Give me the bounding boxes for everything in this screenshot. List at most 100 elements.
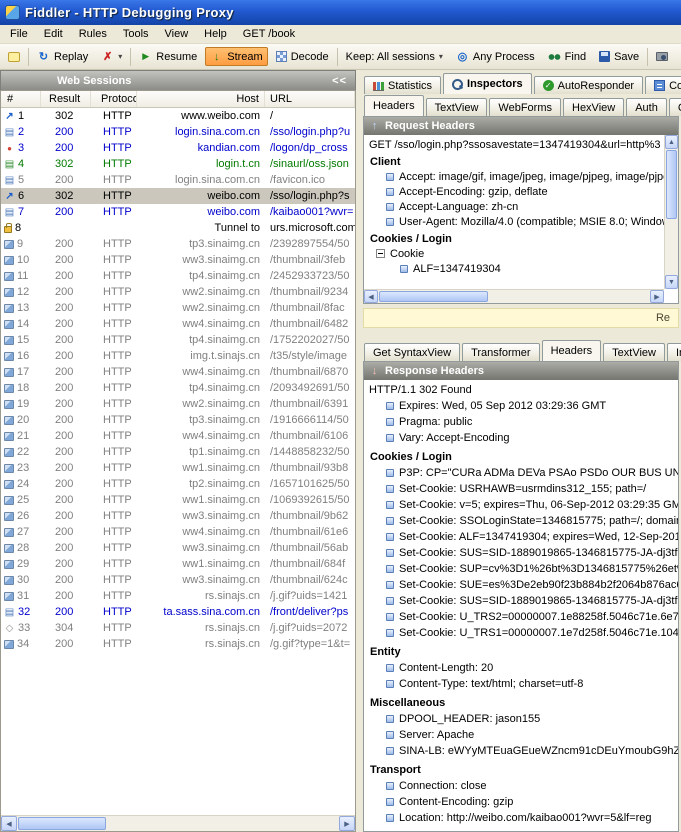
session-row[interactable]: 33304HTTPrs.sinajs.cn/j.gif?uids=2072 [1,620,355,636]
menu-item-tools[interactable]: Tools [115,26,157,42]
scrollbar-thumb[interactable] [18,817,106,830]
header-row[interactable]: Set-Cookie: ALF=1347419304; expires=Wed,… [364,529,678,545]
session-row[interactable]: 29200HTTPww1.sinaimg.cn/thumbnail/684f [1,556,355,572]
scrollbar-track[interactable] [665,149,678,275]
menu-item-file[interactable]: File [2,26,36,42]
header-row[interactable]: Accept-Encoding: gzip, deflate [364,184,664,199]
header-row[interactable]: Server: Apache [364,727,678,743]
save-button[interactable]: Save [594,48,644,66]
menu-item-edit[interactable]: Edit [36,26,71,42]
request-vertical-scrollbar[interactable] [664,135,678,289]
header-row[interactable]: User-Agent: Mozilla/4.0 (compatible; MSI… [364,214,664,229]
header-row[interactable]: Transport [364,762,678,778]
session-row[interactable]: 27200HTTPww4.sinaimg.cn/thumbnail/61e6 [1,524,355,540]
response-tab-imageview[interactable]: ImageView [667,343,681,361]
header-row[interactable]: GET /sso/login.php?ssosavestate=13474193… [364,137,664,152]
header-row[interactable]: Content-Encoding: gzip [364,794,678,810]
scroll-left-button[interactable] [1,816,17,831]
header-row[interactable]: Content-Length: 20 [364,660,678,676]
resume-button[interactable]: Resume [134,47,202,66]
header-row[interactable]: Set-Cookie: U_TRS1=00000007.1e7d258f.504… [364,625,678,641]
tab-composer[interactable]: Composer [645,76,681,94]
replay-button[interactable]: Replay [32,47,93,66]
scrollbar-track[interactable] [378,290,650,303]
scroll-down-button[interactable] [665,275,678,289]
request-tab-auth[interactable]: Auth [626,98,667,116]
session-row[interactable]: 26200HTTPww3.sinaimg.cn/thumbnail/9b62 [1,508,355,524]
session-row[interactable]: 14200HTTPww4.sinaimg.cn/thumbnail/6482 [1,316,355,332]
header-row[interactable]: ALF=1347419304 [364,261,664,276]
session-row[interactable]: 1302HTTPwww.weibo.com/ [1,108,355,124]
header-row[interactable]: Accept-Language: zh-cn [364,199,664,214]
session-row[interactable]: 25200HTTPww1.sinaimg.cn/1069392615/50 [1,492,355,508]
response-tab-textview[interactable]: TextView [603,343,665,361]
session-row[interactable]: 15200HTTPtp4.sinaimg.cn/1752202027/50 [1,332,355,348]
response-encoded-bar[interactable]: Re [363,308,679,328]
session-row[interactable]: 5200HTTPlogin.sina.com.cn/favicon.ico [1,172,355,188]
header-row[interactable]: Entity [364,644,678,660]
menu-item-get-book[interactable]: GET /book [235,26,303,42]
session-row[interactable]: 21200HTTPww4.sinaimg.cn/thumbnail/6106 [1,428,355,444]
session-row[interactable]: 6302HTTPweibo.com/sso/login.php?s [1,188,355,204]
header-row[interactable]: Vary: Accept-Encoding [364,430,678,446]
timer-button[interactable] [676,48,681,65]
header-row[interactable]: Set-Cookie: SUS=SID-1889019865-134681577… [364,545,678,561]
session-row[interactable]: 22200HTTPtp1.sinaimg.cn/1448858232/50 [1,444,355,460]
session-row[interactable]: 10200HTTPww3.sinaimg.cn/thumbnail/3feb [1,252,355,268]
header-row[interactable]: Miscellaneous [364,695,678,711]
collapse-icon[interactable] [376,249,385,258]
column-header-url[interactable]: URL [265,91,355,107]
session-row[interactable]: 28200HTTPww3.sinaimg.cn/thumbnail/56ab [1,540,355,556]
header-row[interactable]: Expires: Wed, 05 Sep 2012 03:29:36 GMT [364,398,678,414]
scroll-right-button[interactable] [650,290,664,303]
stream-toggle-button[interactable]: Stream [205,47,267,66]
request-tab-textview[interactable]: TextView [426,98,488,116]
response-tab-headers[interactable]: Headers [542,340,602,361]
column-header-num[interactable]: # [1,91,41,107]
session-row[interactable]: 8Tunnel tours.microsoft.com [1,220,355,236]
column-header-protocol[interactable]: Protocol [91,91,137,107]
screenshot-button[interactable] [651,49,673,64]
request-tab-webforms[interactable]: WebForms [489,98,561,116]
add-comment-button[interactable] [3,49,25,65]
keep-sessions-dropdown[interactable]: Keep: All sessions▾ [341,48,448,66]
session-row[interactable]: 11200HTTPtp4.sinaimg.cn/2452933723/50 [1,268,355,284]
session-row[interactable]: 19200HTTPww2.sinaimg.cn/thumbnail/6391 [1,396,355,412]
header-row[interactable]: Cookie [364,246,664,261]
session-row[interactable]: 4302HTTPlogin.t.cn/sinaurl/oss.json [1,156,355,172]
remove-sessions-button[interactable]: ▾ [96,47,127,66]
session-row[interactable]: 23200HTTPww1.sinaimg.cn/thumbnail/93b8 [1,460,355,476]
header-row[interactable]: Set-Cookie: SUP=cv%3D1%26bt%3D1346815775… [364,561,678,577]
session-row[interactable]: 30200HTTPww3.sinaimg.cn/thumbnail/624c [1,572,355,588]
header-row[interactable]: Set-Cookie: v=5; expires=Thu, 06-Sep-201… [364,497,678,513]
menu-item-view[interactable]: View [157,26,197,42]
header-row[interactable]: Set-Cookie: SUS=SID-1889019865-134681577… [364,593,678,609]
session-row[interactable]: 31200HTTPrs.sinajs.cn/j.gif?uids=1421 [1,588,355,604]
header-row[interactable]: DPOOL_HEADER: jason155 [364,711,678,727]
header-row[interactable]: Connection: close [364,778,678,794]
scrollbar-thumb[interactable] [666,150,677,219]
header-row[interactable]: Location: http://weibo.com/kaibao001?wvr… [364,810,678,826]
session-row[interactable]: 20200HTTPtp3.sinaimg.cn/1916666114/50 [1,412,355,428]
session-row[interactable]: 13200HTTPww2.sinaimg.cn/thumbnail/8fac [1,300,355,316]
session-row[interactable]: 34200HTTPrs.sinajs.cn/g.gif?type=1&t= [1,636,355,652]
scroll-up-button[interactable] [665,135,678,149]
column-header-host[interactable]: Host [137,91,265,107]
decode-toggle-button[interactable]: Decode [271,48,334,66]
session-row[interactable]: 17200HTTPww4.sinaimg.cn/thumbnail/6870 [1,364,355,380]
session-row[interactable]: 3200HTTPkandian.com/logon/dp_cross [1,140,355,156]
session-row[interactable]: 12200HTTPww2.sinaimg.cn/thumbnail/9234 [1,284,355,300]
session-row[interactable]: 7200HTTPweibo.com/kaibao001?wvr= [1,204,355,220]
response-tab-get-syntaxview[interactable]: Get SyntaxView [364,343,460,361]
scrollbar-thumb[interactable] [379,291,488,302]
scroll-left-button[interactable] [364,290,378,303]
tab-inspectors[interactable]: Inspectors [443,73,532,94]
header-row[interactable]: Set-Cookie: USRHAWB=usrmdins312_155; pat… [364,481,678,497]
request-tab-cookies[interactable]: Cookies [669,98,681,116]
request-tab-headers[interactable]: Headers [364,95,424,116]
request-horizontal-scrollbar[interactable] [364,289,664,303]
find-button[interactable]: Find [543,48,591,66]
header-row[interactable]: P3P: CP="CURa ADMa DEVa PSAo PSDo OUR BU… [364,465,678,481]
header-row[interactable]: Set-Cookie: SSOLoginState=1346815775; pa… [364,513,678,529]
menu-item-rules[interactable]: Rules [71,26,115,42]
